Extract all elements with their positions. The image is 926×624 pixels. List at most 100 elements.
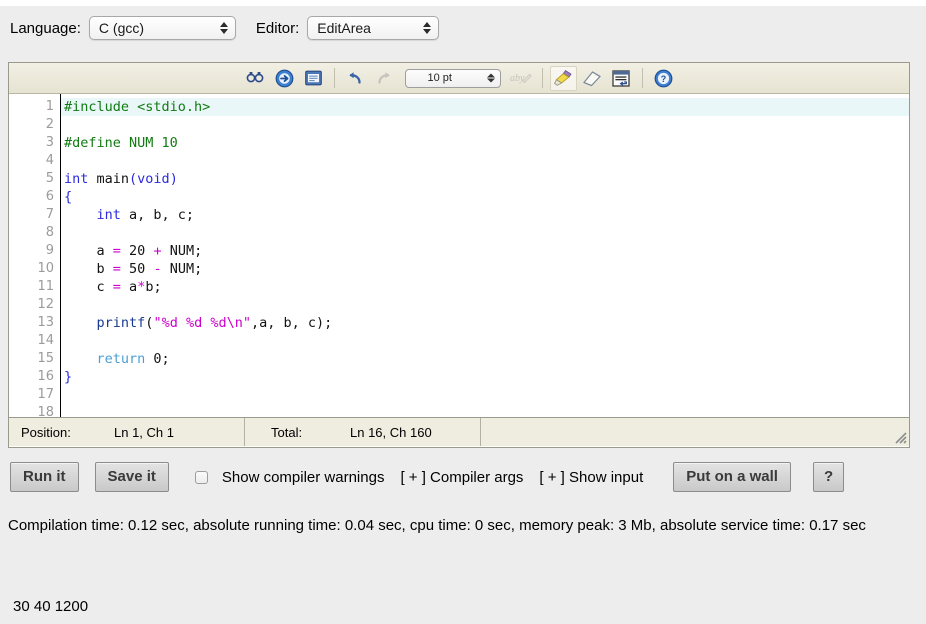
code-line[interactable] [64,224,909,242]
run-button[interactable]: Run it [10,462,79,492]
code-token: = [112,279,121,295]
code-line[interactable]: return 0; [64,350,909,368]
line-number: 5 [45,171,54,186]
code-token: NUM; [161,243,203,259]
total-value: Ln 16, Ch 160 [350,424,432,440]
show-compiler-warnings-checkbox[interactable] [194,470,208,484]
code-token: 0; [145,351,170,367]
code-scroll-area[interactable]: 1 2 3 4 5 6 7 8 9 10 11 12 13 14 15 16 17 18 #include <st… [9,94,909,417]
editor-toolbar: 10 pt aby ? [9,63,909,94]
code-token: NUM; [161,261,203,277]
show-input-toggle[interactable]: [ + ] Show input [539,469,643,486]
line-number: 13 [37,315,54,330]
code-token: } [64,369,73,385]
code-token: printf [96,315,146,331]
undo-icon[interactable] [342,66,369,91]
font-size-select[interactable]: 10 pt [404,68,501,88]
code-line[interactable]: { [64,188,909,206]
line-number: 11 [37,279,54,294]
code-line[interactable]: #define NUM 10 [64,134,909,152]
syntax-highlight-icon[interactable] [549,65,577,91]
editor-status-bar: Position: Ln 1, Ch 1 Total: Ln 16, Ch 16… [9,417,909,446]
spellcheck-icon[interactable]: aby [508,66,535,91]
code-line[interactable] [64,116,909,134]
code-token: 50 [120,261,154,277]
resize-grip-icon[interactable] [893,430,907,444]
code-token: 20 [120,243,154,259]
toolbar-divider [541,68,543,88]
toolbar-divider [333,68,335,88]
language-select-value: C (gcc) [98,20,145,36]
code-line[interactable]: printf("%d %d %d\n",a, b, c); [64,314,909,332]
line-number: 16 [37,369,54,384]
code-content[interactable]: #include <stdio.h> #define NUM 10 int ma… [61,94,909,417]
code-token: = [112,243,121,259]
help-icon[interactable]: ? [650,66,677,91]
language-select[interactable]: C (gcc) [88,16,236,40]
code-token: c [64,279,113,295]
code-token: ,a, b, c); [250,315,333,331]
editor-select[interactable]: EditArea [307,16,440,40]
code-token: ) [169,171,178,187]
code-token: "%d %d %d\n" [153,315,251,331]
code-token: a, b, c; [120,207,195,223]
line-number: 14 [37,333,54,348]
help-button[interactable]: ? [812,462,845,492]
code-token: b [64,261,113,277]
action-bar: Run it Save it Show compiler warnings [ … [0,462,926,492]
code-line[interactable] [64,386,909,404]
word-wrap-icon[interactable] [608,66,635,91]
line-number: 1 [45,99,54,114]
save-button[interactable]: Save it [94,462,169,492]
code-token: = [112,261,121,277]
line-number: 6 [45,189,54,204]
code-token: + [153,243,162,259]
code-token: ( [129,171,138,187]
svg-text:?: ? [660,74,666,84]
code-token: int [64,171,97,187]
editor-select-value: EditArea [317,20,371,36]
line-number: 3 [45,135,54,150]
code-line[interactable] [64,332,909,350]
code-editor-panel: 10 pt aby ? 1 2 3 4 5 6 7 8 9 10 11 12 1… [8,62,910,448]
line-number: 2 [45,117,54,132]
line-number: 4 [45,153,54,168]
font-size-value: 10 pt [427,72,452,84]
line-number: 10 [37,261,54,276]
code-line[interactable] [64,152,909,170]
code-line[interactable]: #include <stdio.h> [61,98,909,116]
code-line[interactable]: b = 50 - NUM; [64,260,909,278]
redo-icon[interactable] [371,66,398,91]
code-line[interactable]: c = a*b; [64,278,909,296]
code-line[interactable] [64,404,909,417]
line-number: 15 [37,351,54,366]
code-line[interactable] [64,296,909,314]
code-line[interactable]: } [64,368,909,386]
compilation-info: Compilation time: 0.12 sec, absolute run… [8,517,866,534]
code-token: b; [145,279,162,295]
code-token: #include <stdio.h> [64,99,211,115]
show-compiler-warnings-label: Show compiler warnings [221,468,385,486]
code-line[interactable]: a = 20 + NUM; [64,242,909,260]
code-token: { [64,189,73,205]
code-line[interactable]: int a, b, c; [64,206,909,224]
go-to-line-icon[interactable] [271,66,298,91]
search-icon[interactable] [242,66,269,91]
line-number: 7 [45,207,54,222]
compiler-args-toggle[interactable]: [ + ] Compiler args [400,469,523,486]
put-on-a-wall-button[interactable]: Put on a wall [673,462,791,492]
toolbar-divider [641,68,643,88]
code-token: void [137,171,170,187]
line-number: 8 [45,225,54,240]
reset-highlight-icon[interactable] [579,66,606,91]
line-number: 18 [37,405,54,417]
program-output: 30 40 1200 [13,598,89,615]
code-line[interactable]: int main(void) [64,170,909,188]
svg-text:aby: aby [510,73,525,84]
editor-label: Editor: [255,19,300,37]
total-label: Total: [271,424,303,440]
language-label: Language: [10,19,81,37]
toggle-editor-icon[interactable] [300,66,327,91]
